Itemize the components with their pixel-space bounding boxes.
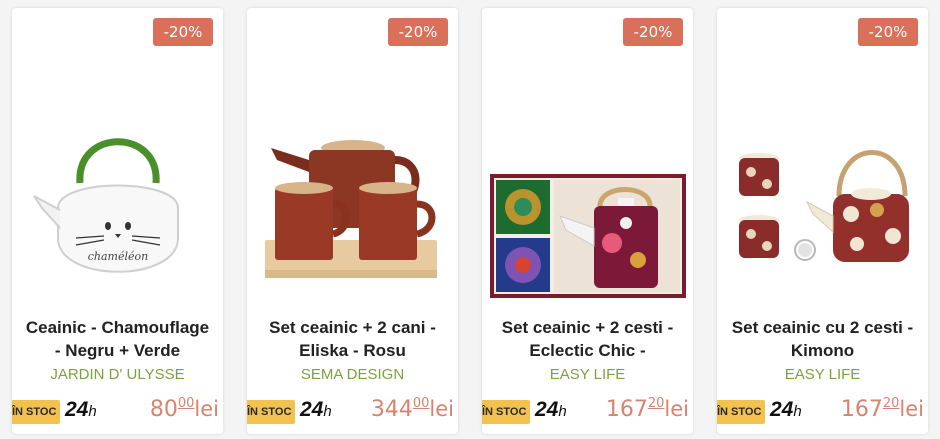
stock-badge: ÎN STOC bbox=[12, 400, 61, 424]
delivery-time: 24h bbox=[535, 398, 567, 421]
discount-badge: -20% bbox=[623, 18, 683, 46]
product-card[interactable]: -20% chaméléon Ceainic - Chamouflage - N… bbox=[12, 8, 223, 434]
red-teapot-set-image[interactable] bbox=[247, 98, 458, 308]
discount-badge: -20% bbox=[388, 18, 448, 46]
product-brand[interactable]: EASY LIFE bbox=[717, 366, 928, 383]
glass-kettle-image[interactable]: chaméléon bbox=[12, 98, 223, 308]
product-title[interactable]: Set ceainic + 2 cesti - Eclectic Chic - bbox=[486, 316, 689, 362]
product-title[interactable]: Set ceainic + 2 cani - Eliska - Rosu bbox=[251, 316, 454, 362]
kettle-logo-text: chaméléon bbox=[88, 250, 148, 263]
delivery-time: 24h bbox=[300, 398, 332, 421]
discount-badge: -20% bbox=[858, 18, 918, 46]
product-title[interactable]: Ceainic - Chamouflage - Negru + Verde bbox=[16, 316, 219, 362]
stock-badge: ÎN STOC bbox=[482, 400, 531, 424]
kimono-teapot-set-image[interactable] bbox=[717, 98, 928, 308]
product-card[interactable]: -20% bbox=[482, 8, 693, 434]
product-grid-page: -20% chaméléon Ceainic - Chamouflage - N… bbox=[0, 0, 940, 439]
delivery-time: 24h bbox=[65, 398, 97, 421]
stock-badge: ÎN STOC bbox=[717, 400, 766, 424]
product-card[interactable]: -20% Set ceainic + 2 cani - Eliska - Ros… bbox=[247, 8, 458, 434]
page-edge bbox=[936, 0, 940, 439]
product-brand[interactable]: JARDIN D' ULYSSE bbox=[12, 366, 223, 383]
product-card[interactable]: -20% bbox=[717, 8, 928, 434]
delivery-time: 24h bbox=[770, 398, 802, 421]
product-title[interactable]: Set ceainic cu 2 cesti - Kimono bbox=[721, 316, 924, 362]
product-price: 34400lei bbox=[370, 396, 454, 422]
discount-badge: -20% bbox=[153, 18, 213, 46]
product-brand[interactable]: SEMA DESIGN bbox=[247, 366, 458, 383]
product-price: 16720lei bbox=[605, 396, 689, 422]
boxed-teapot-set-image[interactable] bbox=[482, 98, 693, 308]
product-price: 16720lei bbox=[840, 396, 924, 422]
product-brand[interactable]: EASY LIFE bbox=[482, 366, 693, 383]
stock-badge: ÎN STOC bbox=[247, 400, 296, 424]
product-price: 8000lei bbox=[149, 396, 219, 422]
product-list: -20% chaméléon Ceainic - Chamouflage - N… bbox=[12, 8, 928, 434]
